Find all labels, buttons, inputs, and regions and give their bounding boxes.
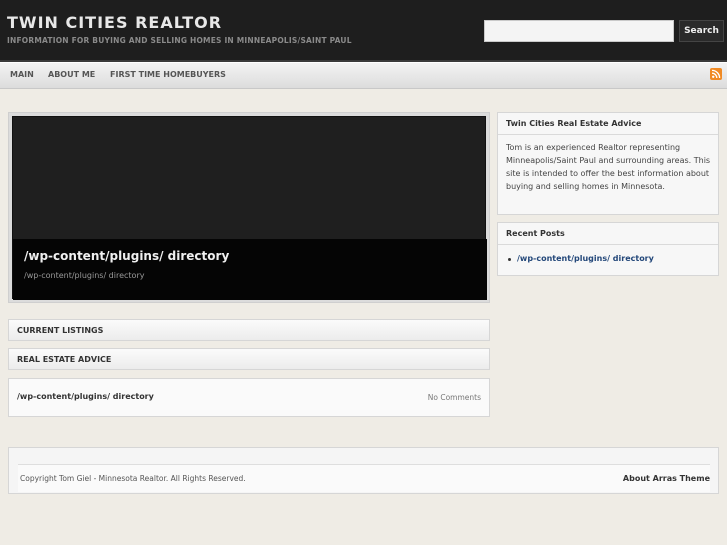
- site-tagline: INFORMATION FOR BUYING AND SELLING HOMES…: [7, 36, 352, 45]
- post-title[interactable]: /wp-content/plugins/ directory: [17, 392, 154, 401]
- widget-divider: [498, 244, 718, 245]
- footer-bar: Copyright Tom Giel - Minnesota Realtor. …: [18, 464, 710, 492]
- current-listings-heading[interactable]: CURRENT LISTINGS: [17, 326, 103, 335]
- search-input[interactable]: [484, 20, 674, 42]
- featured-image[interactable]: /wp-content/plugins/ directory /wp-conte…: [12, 116, 487, 300]
- about-widget-title: Twin Cities Real Estate Advice: [506, 119, 642, 128]
- about-widget-text: Tom is an experienced Realtor representi…: [506, 143, 711, 191]
- recent-posts-title: Recent Posts: [506, 229, 565, 238]
- about-widget: Twin Cities Real Estate Advice Tom is an…: [497, 112, 719, 215]
- bullet-icon: [508, 258, 511, 261]
- widget-divider: [498, 134, 718, 135]
- featured-title[interactable]: /wp-content/plugins/ directory: [24, 249, 229, 263]
- rss-icon[interactable]: [710, 68, 722, 80]
- about-theme-link[interactable]: About Arras Theme: [623, 474, 710, 483]
- search-button[interactable]: Search: [679, 20, 724, 42]
- site-footer: Copyright Tom Giel - Minnesota Realtor. …: [8, 447, 719, 494]
- featured-slideshow: /wp-content/plugins/ directory /wp-conte…: [8, 112, 490, 303]
- real-estate-advice-section: REAL ESTATE ADVICE: [8, 348, 490, 370]
- featured-caption: /wp-content/plugins/ directory /wp-conte…: [13, 239, 487, 300]
- post-entry: /wp-content/plugins/ directory No Commen…: [8, 378, 490, 417]
- recent-post-link[interactable]: /wp-content/plugins/ directory: [517, 254, 654, 263]
- copyright-text: Copyright Tom Giel - Minnesota Realtor. …: [20, 474, 246, 483]
- nav-item-first-time-homebuyers[interactable]: FIRST TIME HOMEBUYERS: [110, 70, 226, 79]
- main-nav: MAIN ABOUT ME FIRST TIME HOMEBUYERS: [0, 62, 727, 89]
- nav-item-main[interactable]: MAIN: [10, 70, 34, 79]
- real-estate-advice-heading[interactable]: REAL ESTATE ADVICE: [17, 355, 111, 364]
- featured-subtitle: /wp-content/plugins/ directory: [24, 271, 145, 280]
- recent-posts-widget: Recent Posts /wp-content/plugins/ direct…: [497, 222, 719, 276]
- post-comments-link[interactable]: No Comments: [428, 393, 481, 402]
- site-header: TWIN CITIES REALTOR INFORMATION FOR BUYI…: [0, 0, 727, 62]
- nav-item-about-me[interactable]: ABOUT ME: [48, 70, 95, 79]
- current-listings-section: CURRENT LISTINGS: [8, 319, 490, 341]
- site-title[interactable]: TWIN CITIES REALTOR: [7, 13, 222, 32]
